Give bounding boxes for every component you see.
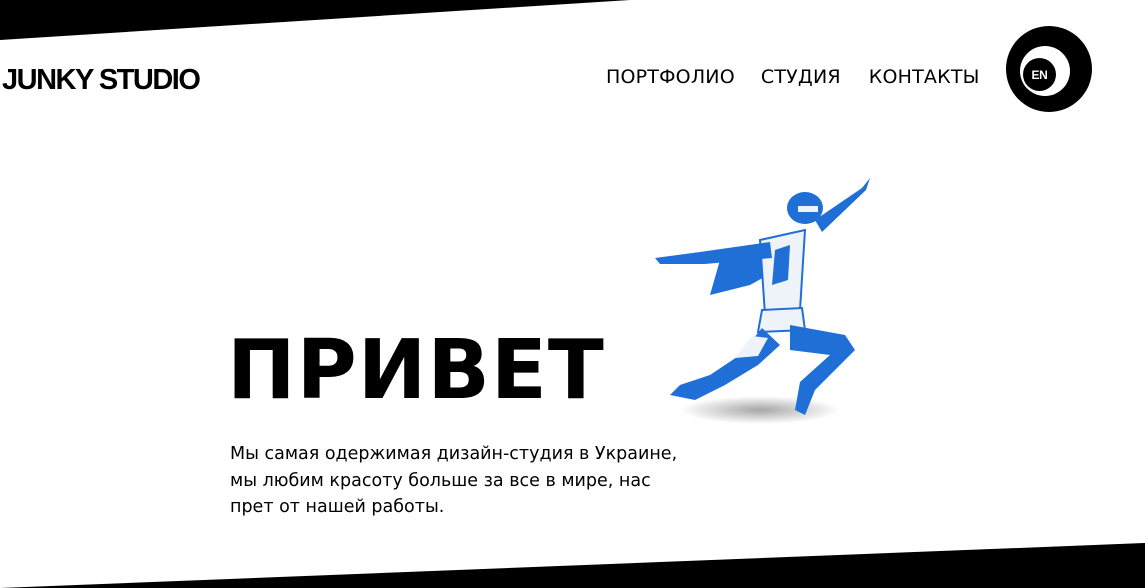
nav-studio[interactable]: СТУДИЯ bbox=[761, 66, 841, 88]
nav-contacts[interactable]: КОНТАКТЫ bbox=[869, 66, 980, 88]
language-label: EN bbox=[1023, 58, 1056, 91]
top-diagonal-stripe bbox=[0, 0, 630, 40]
hero-description: Мы самая одержимая дизайн-студия в Украи… bbox=[230, 441, 710, 521]
bottom-diagonal-stripe bbox=[0, 543, 1145, 588]
logo[interactable]: JUNKY STUDIO bbox=[2, 64, 201, 97]
language-switch-button[interactable]: EN bbox=[1006, 26, 1092, 112]
hero-description-line: Мы самая одержимая дизайн-студия в Украи… bbox=[230, 444, 678, 464]
hero-description-line: мы любим красоту больше за все в мире, н… bbox=[230, 470, 651, 491]
hero-description-line: прет от нашей работы. bbox=[230, 497, 445, 517]
main-nav: ПОРТФОЛИО СТУДИЯ КОНТАКТЫ bbox=[606, 66, 980, 88]
hero-title: ПРИВЕТ bbox=[227, 323, 605, 418]
nav-portfolio[interactable]: ПОРТФОЛИО bbox=[606, 66, 735, 88]
flying-superhero-image bbox=[655, 178, 870, 424]
